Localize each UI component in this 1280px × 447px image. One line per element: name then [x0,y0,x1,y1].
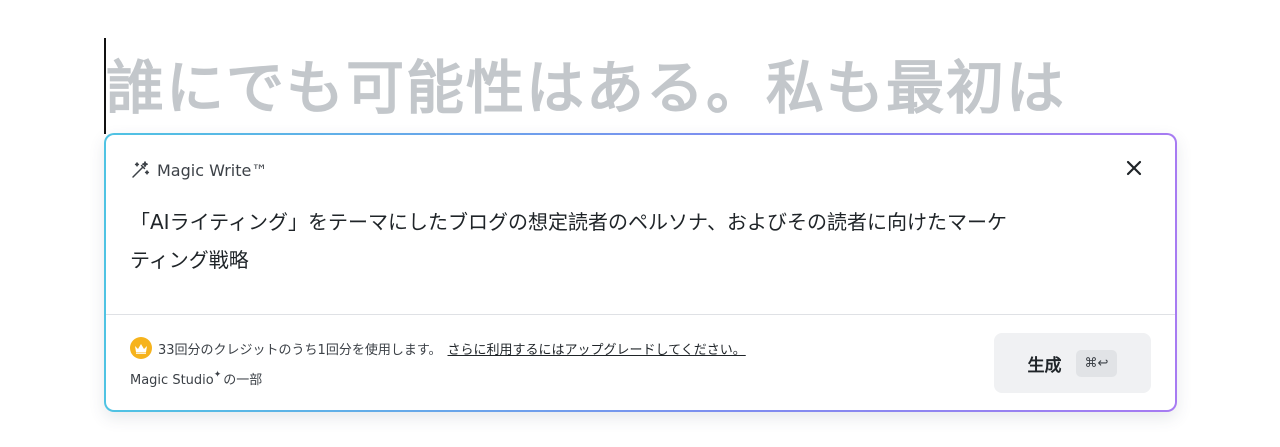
generate-button[interactable]: 生成 ⌘↩ [994,333,1151,393]
prompt-line-2: ティング戦略 [130,248,249,272]
upgrade-link[interactable]: さらに利用するにはアップグレードしてください。 [448,339,746,358]
studio-suffix: の一部 [223,373,263,388]
credit-notice: 33回分のクレジットのうち1回分を使用します。 さらに利用するにはアップグレード… [130,336,746,360]
studio-name: Magic Studio [130,373,214,388]
prompt-line-1: 「AIライティング」をテーマにしたブログの想定読者のペルソナ、およびその読者に向… [130,210,1007,234]
close-icon [1126,160,1142,180]
magic-write-title: Magic Write™ [157,160,268,180]
keyboard-shortcut-badge: ⌘↩ [1075,349,1118,377]
magic-write-panel: Magic Write™ 「AIライティング」をテーマにしたブログの想定読者のペ… [104,133,1177,412]
close-button[interactable] [1123,159,1145,181]
magic-wand-icon [130,160,150,180]
sparkle-icon: ✦ [213,370,222,380]
magic-write-panel-body: Magic Write™ 「AIライティング」をテーマにしたブログの想定読者のペ… [106,135,1175,410]
document-heading[interactable]: 誰にでも可能性はある。私も最初は [106,44,1266,132]
magic-write-header: Magic Write™ [130,157,267,183]
prompt-textarea[interactable]: 「AIライティング」をテーマにしたブログの想定読者のペルソナ、およびその読者に向… [130,203,1140,279]
crown-icon [130,337,152,359]
magic-studio-note: Magic Studio✦ の一部 [130,369,262,388]
credit-text: 33回分のクレジットのうち1回分を使用します。 [158,342,442,358]
generate-label: 生成 [1027,355,1062,376]
editor-canvas: 誰にでも可能性はある。私も最初は Magic Write™ 「AIライティング」… [0,0,1280,447]
footer-divider [106,314,1175,315]
